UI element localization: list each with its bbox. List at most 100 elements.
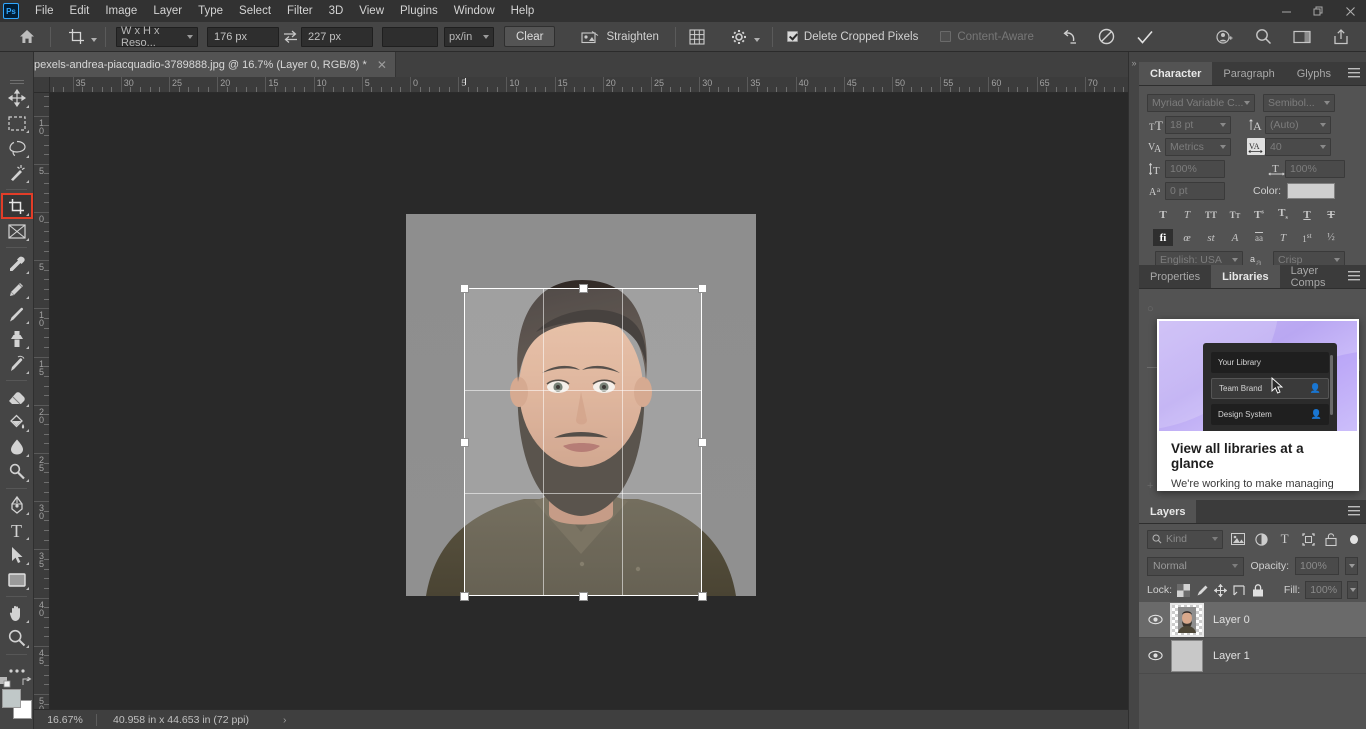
gradient-tool[interactable] (2, 410, 32, 434)
reset-arrow-icon[interactable] (1056, 25, 1082, 49)
swap-colors-icon[interactable] (22, 677, 33, 688)
ordinals-button[interactable]: 1st (1297, 229, 1317, 246)
baseline-shift-input[interactable]: 0 pt (1165, 181, 1225, 200)
menu-view[interactable]: View (351, 2, 392, 20)
cancel-circle-icon[interactable] (1094, 25, 1120, 49)
straighten-icon[interactable] (577, 25, 603, 49)
eyedropper-tool[interactable] (2, 252, 32, 276)
dock-collapse-rail[interactable]: » (1129, 52, 1139, 729)
horizontal-ruler[interactable]: 4035302520151050510152025303540455055606… (50, 77, 1128, 93)
table-row[interactable]: Layer 1 (1139, 638, 1366, 674)
all-caps-button[interactable]: TT (1201, 206, 1221, 223)
crop-handle-bottom-left[interactable] (460, 592, 469, 601)
faux-bold-button[interactable]: T (1153, 206, 1173, 223)
path-selection-tool[interactable] (2, 543, 32, 567)
minimize-button[interactable] (1270, 0, 1302, 22)
strikethrough-button[interactable]: T (1321, 206, 1341, 223)
zoom-level-input[interactable]: 16.67% (34, 714, 96, 726)
document-tab[interactable]: pexels-andrea-piacquadio-3789888.jpg @ 1… (22, 52, 396, 77)
tool-preset-caret-icon[interactable] (91, 37, 97, 42)
panel-menu-icon[interactable] (1348, 68, 1360, 80)
vertical-scale-input[interactable]: 100% (1165, 159, 1225, 178)
rectangle-tool[interactable] (2, 568, 32, 592)
font-size-input[interactable]: 18 pt (1165, 115, 1231, 134)
small-caps-button[interactable]: TT (1225, 206, 1245, 223)
gear-caret-icon[interactable] (753, 37, 760, 42)
tab-properties[interactable]: Properties (1139, 265, 1211, 288)
smart-object-filter-icon[interactable] (1323, 530, 1340, 549)
ruler-corner[interactable] (34, 77, 50, 93)
crop-tool-icon[interactable] (63, 25, 89, 49)
status-expand-icon[interactable]: › (283, 714, 287, 726)
table-row[interactable]: Layer 0 (1139, 602, 1366, 638)
tab-glyphs[interactable]: Glyphs (1286, 62, 1342, 85)
vertical-ruler[interactable]: 451050510152025303540455055 (34, 93, 50, 709)
text-color-swatch[interactable] (1287, 182, 1336, 199)
subscript-button[interactable]: Ts (1273, 206, 1293, 223)
clone-stamp-tool[interactable] (2, 327, 32, 351)
layer-thumbnail[interactable] (1171, 639, 1203, 672)
delete-cropped-pixels-checkbox[interactable]: Delete Cropped Pixels (786, 31, 918, 43)
eraser-tool[interactable] (2, 385, 32, 409)
superscript-button[interactable]: Ts (1249, 206, 1269, 223)
filter-toggle-icon[interactable] (1350, 534, 1358, 544)
lock-position-icon[interactable] (1214, 582, 1228, 599)
clear-button[interactable]: Clear (504, 26, 556, 47)
commit-checkmark-icon[interactable] (1132, 25, 1158, 49)
opacity-input[interactable]: 100% (1295, 557, 1339, 575)
dodge-tool[interactable] (2, 460, 32, 484)
spot-healing-brush-tool[interactable] (2, 277, 32, 301)
foreground-color-swatch[interactable] (1, 689, 21, 708)
fill-stepper[interactable] (1347, 581, 1359, 599)
tab-paragraph[interactable]: Paragraph (1212, 62, 1285, 85)
type-tool[interactable]: T (2, 518, 32, 542)
resolution-unit-dropdown[interactable]: px/in (444, 26, 494, 47)
toolbar-grip[interactable] (0, 78, 33, 86)
faux-italic-button[interactable]: T (1177, 206, 1197, 223)
crop-height-input[interactable]: 227 px (301, 26, 373, 47)
menu-filter[interactable]: Filter (279, 2, 321, 20)
crop-handle-bottom-center[interactable] (579, 592, 588, 601)
discretionary-ligatures-button[interactable]: st (1201, 229, 1221, 246)
menu-3d[interactable]: 3D (321, 2, 352, 20)
underline-button[interactable]: T (1297, 206, 1317, 223)
brush-tool[interactable] (2, 302, 32, 326)
swash-button[interactable]: A (1225, 229, 1245, 246)
layer-visibility-eye-icon[interactable] (1145, 650, 1165, 661)
contextual-alternates-button[interactable]: œ (1177, 229, 1197, 246)
blend-mode-dropdown[interactable]: Normal (1147, 556, 1245, 576)
canvas-area[interactable] (50, 93, 1128, 709)
libraries-promo-card[interactable]: Your Library Team Brand 👤 Design System … (1157, 319, 1359, 491)
crop-handle-middle-left[interactable] (460, 438, 469, 447)
panel-menu-icon[interactable] (1348, 271, 1360, 283)
lasso-tool[interactable] (2, 136, 32, 160)
layer-visibility-eye-icon[interactable] (1145, 614, 1165, 625)
libraries-add-icon[interactable]: + (1147, 480, 1153, 492)
pen-tool[interactable] (2, 493, 32, 517)
menu-type[interactable]: Type (190, 2, 231, 20)
close-button[interactable] (1334, 0, 1366, 22)
crop-tool[interactable] (0, 193, 33, 219)
share-user-icon[interactable] (1211, 25, 1237, 49)
titling-alternates-button[interactable]: T (1273, 229, 1293, 246)
type-filter-icon[interactable]: T (1276, 530, 1293, 549)
fractions-button[interactable]: ½ (1321, 229, 1341, 246)
horizontal-scale-input[interactable]: 100% (1285, 159, 1345, 178)
zoom-tool[interactable] (2, 626, 32, 650)
opacity-stepper[interactable] (1345, 557, 1358, 575)
swap-width-height-icon[interactable] (279, 30, 301, 43)
home-icon[interactable] (12, 24, 42, 50)
crop-handle-middle-right[interactable] (698, 438, 707, 447)
close-icon[interactable]: ✕ (377, 58, 387, 72)
adjustment-filter-icon[interactable] (1253, 530, 1270, 549)
object-selection-tool[interactable] (2, 161, 32, 185)
tracking-input[interactable]: 40 (1265, 137, 1331, 156)
crop-width-input[interactable]: 176 px (207, 26, 279, 47)
lock-all-icon[interactable] (1251, 582, 1265, 599)
menu-plugins[interactable]: Plugins (392, 2, 446, 20)
crop-handle-top-left[interactable] (460, 284, 469, 293)
menu-layer[interactable]: Layer (145, 2, 190, 20)
history-brush-tool[interactable] (2, 352, 32, 376)
menu-image[interactable]: Image (97, 2, 145, 20)
content-aware-checkbox[interactable]: Content-Aware (940, 31, 1034, 43)
